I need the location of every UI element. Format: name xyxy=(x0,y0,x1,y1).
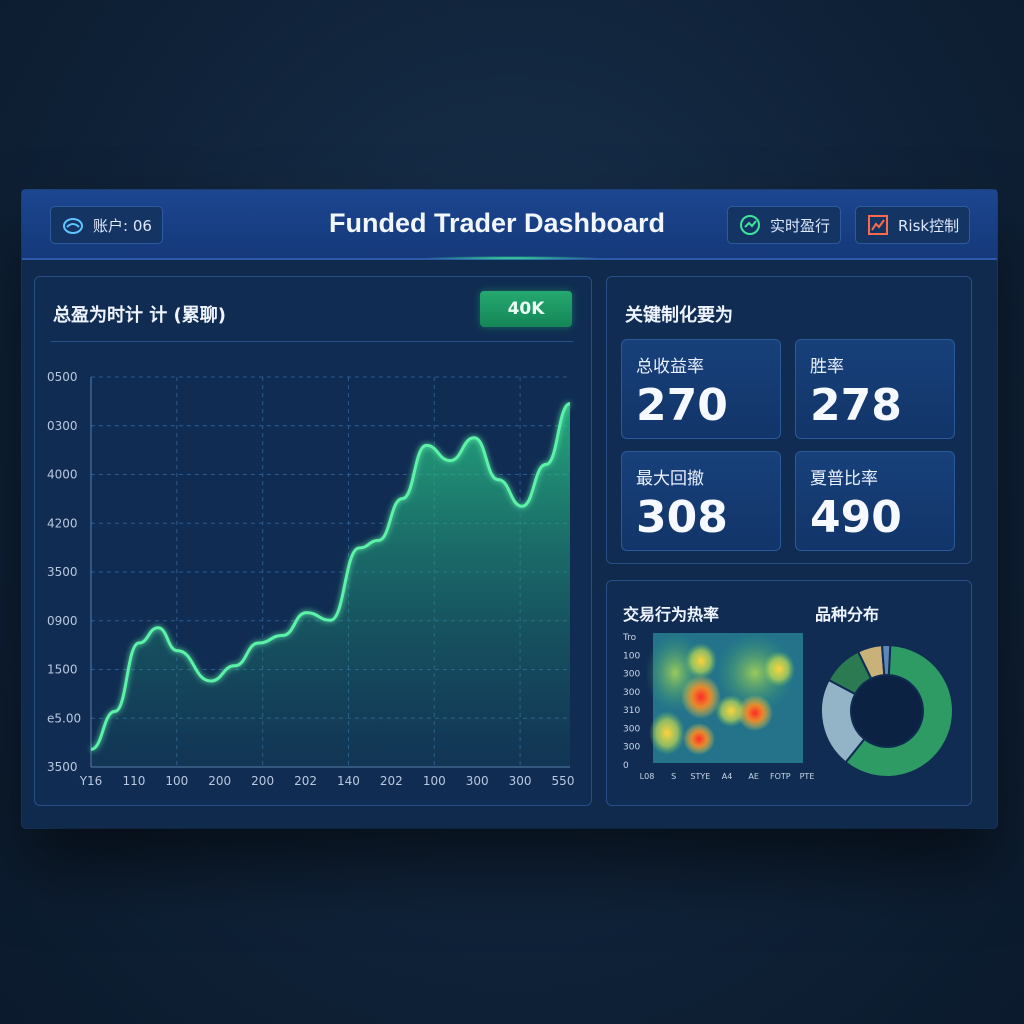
kpi-label: 总收益率 xyxy=(636,357,704,377)
kpi-max-drawdown: 最大回撤 308 xyxy=(621,451,781,551)
kpi-value: 490 xyxy=(810,492,902,543)
heatmap-y-tick: 0 xyxy=(623,761,629,771)
x-tick-label: 140 xyxy=(337,774,360,788)
heatmap-title: 交易行为热率 xyxy=(623,605,720,624)
kpi-title: 关键制化要为 xyxy=(625,305,733,326)
equity-chart: 0500 0300 4000 4200 3500 0900 1500 e5.00 3500 Y1… xyxy=(47,370,575,788)
x-tick-label: 202 xyxy=(294,774,317,788)
kpi-win-rate: 胜率 278 xyxy=(795,339,955,439)
donut-chart xyxy=(820,644,954,778)
heatmap-x-tick: AE xyxy=(748,772,759,781)
equity-area xyxy=(91,403,570,767)
kpi-value: 308 xyxy=(636,492,728,543)
kpi-value: 270 xyxy=(636,380,728,431)
behavior-card: 交易行为热率 品种分布 Tro 100 300 300 310 300 300 0 L08 S S… xyxy=(606,580,972,806)
y-tick-label: 3500 xyxy=(47,760,78,774)
donut-slice[interactable] xyxy=(880,644,892,677)
kpi-label: 最大回撤 xyxy=(636,469,704,489)
y-tick-label: 4200 xyxy=(47,516,78,530)
realtime-label: 实时盈行 xyxy=(770,216,831,235)
header-bar: 账户: 06 Funded Trader Dashboard 实时盈行 Risk… xyxy=(22,190,997,260)
page-title: Funded Trader Dashboard xyxy=(328,208,666,238)
risk-control-button[interactable]: Risk控制 xyxy=(855,206,971,244)
x-tick-label: 300 xyxy=(509,774,532,788)
x-tick-label: 202 xyxy=(380,774,403,788)
equity-chart-card: 总盈为时计 计 (累聊) 40K 0500 0300 4000 4200 3500 090… xyxy=(34,276,592,806)
account-label: 账户: 06 xyxy=(93,216,152,235)
heatmap-y-tick: 100 xyxy=(623,651,640,661)
heatmap-y-tick: Tro xyxy=(622,633,637,643)
heatmap-y-tick: 300 xyxy=(623,724,640,734)
heatmap-y-tick: 300 xyxy=(623,670,640,680)
y-tick-label: 1500 xyxy=(47,663,78,677)
donut-hole xyxy=(852,676,922,746)
heatmap-y-tick: 300 xyxy=(623,688,640,698)
heatmap-chart: Tro1003003003103003000 L08 S STYE A4 AE FOTP P… xyxy=(622,633,814,781)
x-tick-label: 100 xyxy=(165,774,188,788)
x-tick-label: 200 xyxy=(208,774,231,788)
heat-blob xyxy=(685,643,717,679)
heat-blob xyxy=(763,651,795,687)
realtime-button[interactable]: 实时盈行 xyxy=(727,206,842,244)
account-selector[interactable]: 账户: 06 xyxy=(50,206,163,244)
kpi-value: 278 xyxy=(810,380,902,431)
y-tick-label: e5.00 xyxy=(47,711,81,725)
kpi-label: 胜率 xyxy=(810,357,844,377)
kpi-total-return: 总收益率 270 xyxy=(621,339,781,439)
heat-blob xyxy=(649,711,685,755)
dashboard-panel: 账户: 06 Funded Trader Dashboard 实时盈行 Risk… xyxy=(22,190,997,828)
heatmap-x-tick: STYE xyxy=(690,772,710,781)
y-tick-label: 0900 xyxy=(47,614,78,628)
heat-blob xyxy=(683,723,715,755)
risk-control-label: Risk控制 xyxy=(898,216,960,235)
heatmap-x-tick: A4 xyxy=(722,772,733,781)
kpi-card: 关键制化要为 总收益率 270 胜率 278 最大回撤 308 夏普比率 490 xyxy=(606,276,972,564)
heatmap-x-tick: FOTP xyxy=(770,772,791,781)
x-tick-label: 550 xyxy=(552,774,575,788)
heatmap-x-tick: S xyxy=(671,772,676,781)
heat-blob xyxy=(681,675,721,719)
x-tick-label: 100 xyxy=(423,774,446,788)
kpi-sharpe-ratio: 夏普比率 490 xyxy=(795,451,955,551)
donut-title: 品种分布 xyxy=(815,605,880,624)
kpi-label: 夏普比率 xyxy=(810,469,878,489)
x-tick-label: 300 xyxy=(466,774,489,788)
y-tick-label: 3500 xyxy=(47,565,78,579)
realtime-icon xyxy=(738,213,762,237)
header-glow xyxy=(422,256,602,260)
account-icon xyxy=(61,213,85,237)
heat-blob xyxy=(737,695,773,731)
y-tick-label: 0500 xyxy=(47,370,78,384)
y-tick-label: 4000 xyxy=(47,468,78,482)
heatmap-x-tick: L08 xyxy=(640,772,655,781)
heatmap-y-tick: 300 xyxy=(623,743,640,753)
risk-chart-icon xyxy=(866,213,890,237)
y-tick-label: 0300 xyxy=(47,419,78,433)
x-tick-label: Y16 xyxy=(79,774,103,788)
heatmap-y-tick: 310 xyxy=(623,706,640,716)
x-tick-label: 110 xyxy=(122,774,145,788)
x-tick-label: 200 xyxy=(251,774,274,788)
